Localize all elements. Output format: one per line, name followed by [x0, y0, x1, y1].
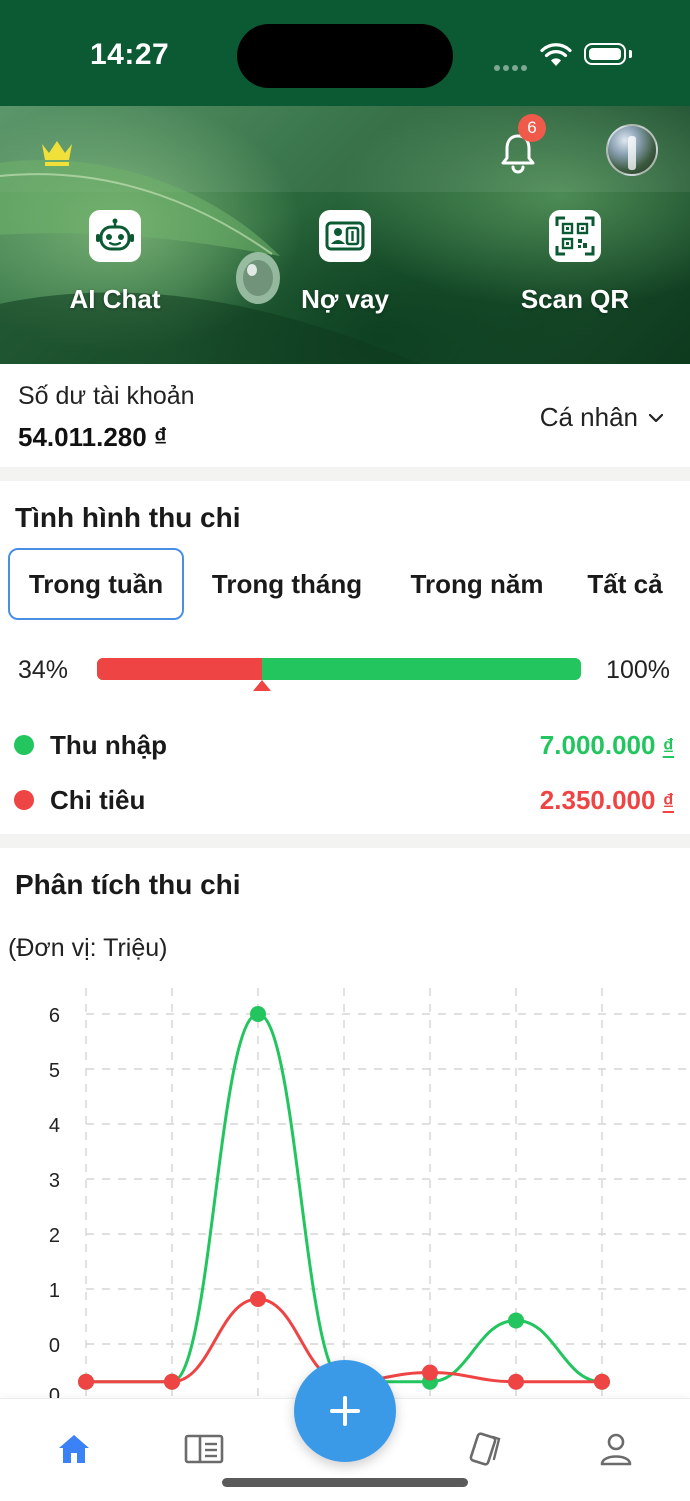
scope-label: Cá nhân [539, 402, 638, 432]
ledger-icon[interactable] [184, 1429, 224, 1469]
y-tick-label: 3 [49, 1170, 60, 1192]
crown-icon[interactable] [40, 138, 74, 168]
y-tick-label: 0 [49, 1385, 60, 1398]
tab-month[interactable]: Trong tháng [196, 548, 378, 620]
dynamic-island [237, 24, 453, 88]
income-row: Thu nhập 7.000.000 ₫ [14, 725, 674, 765]
y-tick-label: 4 [49, 1115, 60, 1137]
currency-symbol: ₫ [662, 788, 674, 814]
analysis-title: Phân tích thu chi [15, 869, 241, 900]
home-indicator [222, 1478, 468, 1487]
quick-action-label: AI Chat [69, 284, 161, 314]
income-label: Thu nhập [50, 729, 167, 760]
expense-dot [14, 790, 34, 810]
y-tick-label: 1 [49, 1280, 60, 1302]
chart-unit-label: (Đơn vị: Triệu) [8, 934, 168, 962]
quick-action-label: Nợ vay [301, 284, 389, 314]
status-bar: 14:27 [0, 0, 690, 106]
income-dot [14, 735, 34, 755]
expense-ratio-label: 34% [18, 656, 69, 684]
add-transaction-button[interactable] [294, 1360, 396, 1462]
avatar[interactable] [606, 124, 658, 176]
expense-ratio-fill [97, 658, 262, 680]
income-expense-line-chart: 6 5 4 3 2 1 0 0 [49, 988, 690, 1398]
currency-symbol: ₫ [662, 733, 674, 759]
section-divider [0, 834, 690, 848]
expense-row: Chi tiêu 2.350.000 ₫ [14, 780, 674, 820]
max-ratio-label: 100% [606, 656, 670, 684]
plus-icon [330, 1396, 360, 1426]
y-tick-label: 5 [49, 1060, 60, 1082]
quick-action-label: Scan QR [520, 284, 630, 314]
expense-data-point [78, 1373, 94, 1390]
hero-banner: 6 AI Chat Nợ vay Scan QR [0, 106, 690, 364]
income-expense-ratio-bar [97, 658, 581, 680]
y-tick-label: 0 [49, 1335, 60, 1357]
robot-icon [89, 210, 141, 262]
expense-data-point [422, 1364, 438, 1381]
status-time: 14:27 [90, 38, 170, 71]
cards-icon[interactable] [466, 1429, 506, 1469]
income-value: 7.000.000 ₫ [539, 729, 674, 760]
balance-amount: 54.011.280 ₫ [18, 422, 168, 452]
quick-action-ai-chat[interactable]: AI Chat [15, 210, 215, 315]
expense-data-point [250, 1291, 266, 1307]
expense-data-point [508, 1373, 524, 1390]
tab-week[interactable]: Trong tuần [8, 548, 184, 620]
expense-data-point [164, 1373, 180, 1390]
income-data-point [250, 1006, 266, 1022]
account-scope-dropdown[interactable]: Cá nhân [540, 402, 664, 433]
y-tick-label: 2 [49, 1225, 60, 1247]
summary-title: Tình hình thu chi [15, 502, 241, 533]
qr-code-icon [549, 210, 601, 262]
ratio-marker [252, 680, 271, 691]
y-tick-label: 6 [49, 1005, 60, 1027]
wifi-icon [540, 43, 572, 66]
notification-badge: 6 [518, 114, 546, 142]
balance-card: Số dư tài khoản 54.011.280 ₫ Cá nhân [0, 364, 690, 467]
battery-icon [584, 43, 626, 65]
quick-action-scan-qr[interactable]: Scan QR [475, 210, 675, 315]
balance-label: Số dư tài khoản [18, 382, 195, 410]
expense-label: Chi tiêu [50, 784, 146, 815]
section-divider [0, 467, 690, 481]
expense-value: 2.350.000 ₫ [539, 784, 674, 815]
expense-data-point [594, 1373, 610, 1390]
tab-all[interactable]: Tất cả [576, 548, 674, 620]
tab-year[interactable]: Trong năm [394, 548, 560, 620]
chevron-down-icon [648, 413, 664, 422]
profile-icon[interactable] [596, 1429, 636, 1469]
cellular-signal-icon [494, 58, 530, 76]
loan-card-icon [319, 210, 371, 262]
quick-action-loan[interactable]: Nợ vay [245, 210, 445, 315]
home-icon[interactable] [54, 1429, 94, 1469]
income-data-point [508, 1312, 524, 1329]
